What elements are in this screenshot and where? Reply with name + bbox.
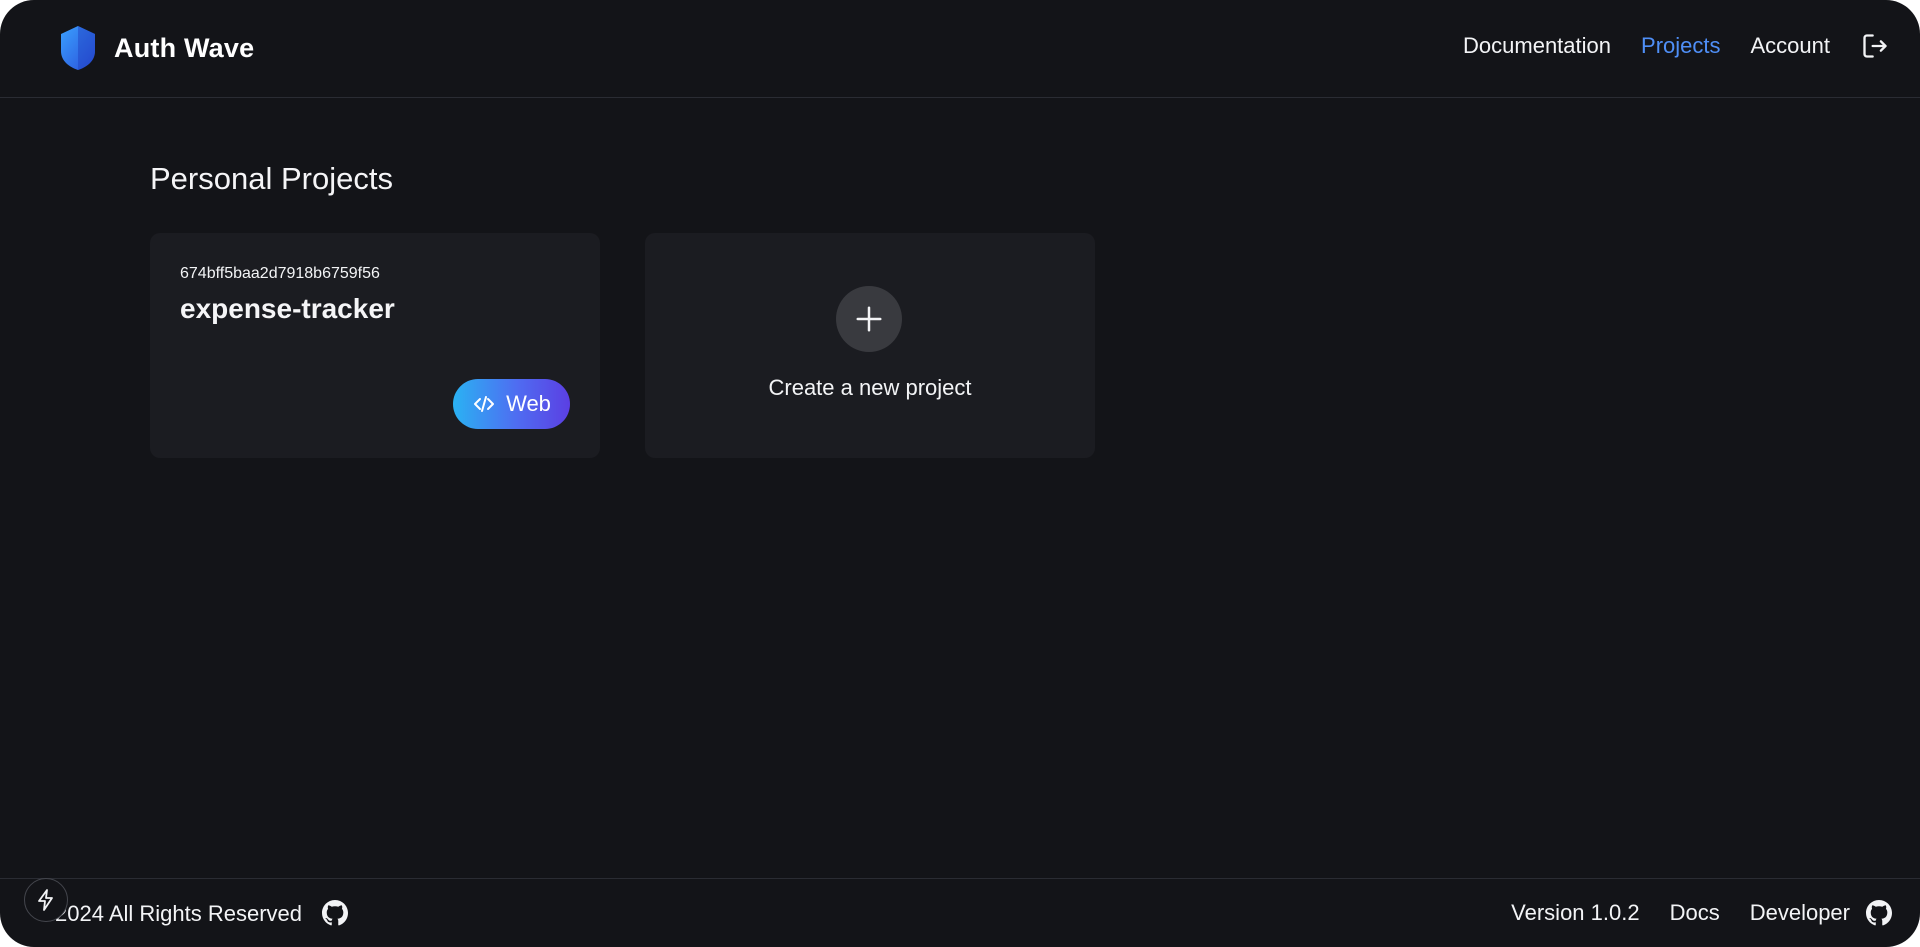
platform-label: Web — [506, 391, 551, 416]
main-nav: Documentation Projects Account — [1433, 31, 1890, 61]
project-card[interactable]: 674bff5baa2d7918b6759f56 expense-tracker… — [150, 233, 600, 458]
lightning-icon — [38, 889, 53, 911]
create-project-card[interactable]: Create a new project — [645, 233, 1095, 458]
footer-docs-link[interactable]: Docs — [1670, 900, 1720, 926]
dev-tools-button[interactable] — [24, 878, 68, 922]
footer-developer-link[interactable]: Developer — [1750, 900, 1850, 926]
create-project-button[interactable] — [836, 286, 902, 352]
version-text: Version 1.0.2 — [1511, 900, 1640, 925]
nav-projects[interactable]: Projects — [1641, 33, 1720, 59]
project-name: expense-tracker — [180, 293, 395, 324]
github-icon[interactable] — [322, 900, 348, 926]
create-project-label: Create a new project — [768, 375, 972, 400]
nav-account[interactable]: Account — [1751, 33, 1831, 59]
code-icon — [474, 396, 495, 412]
logout-icon — [1863, 34, 1887, 58]
nav-documentation[interactable]: Documentation — [1463, 33, 1611, 59]
app-window: Auth Wave Documentation Projects Account… — [0, 0, 1920, 947]
footer: 2024 All Rights Reserved Version 1.0.2 D… — [0, 878, 1920, 947]
platform-badge[interactable]: Web — [453, 379, 570, 429]
github-icon[interactable] — [1866, 900, 1892, 926]
top-navbar: Auth Wave Documentation Projects Account — [0, 0, 1920, 98]
project-id: 674bff5baa2d7918b6759f56 — [180, 265, 380, 282]
footer-links: Version 1.0.2 Docs Developer — [1481, 900, 1892, 926]
copyright-text: 2024 All Rights Reserved — [55, 901, 303, 926]
logout-button[interactable] — [1860, 31, 1890, 61]
brand[interactable]: Auth Wave — [58, 24, 254, 72]
plus-icon — [856, 306, 882, 332]
brand-name: Auth Wave — [114, 32, 255, 63]
page-title: Personal Projects — [150, 161, 393, 196]
shield-logo-icon — [61, 26, 95, 70]
